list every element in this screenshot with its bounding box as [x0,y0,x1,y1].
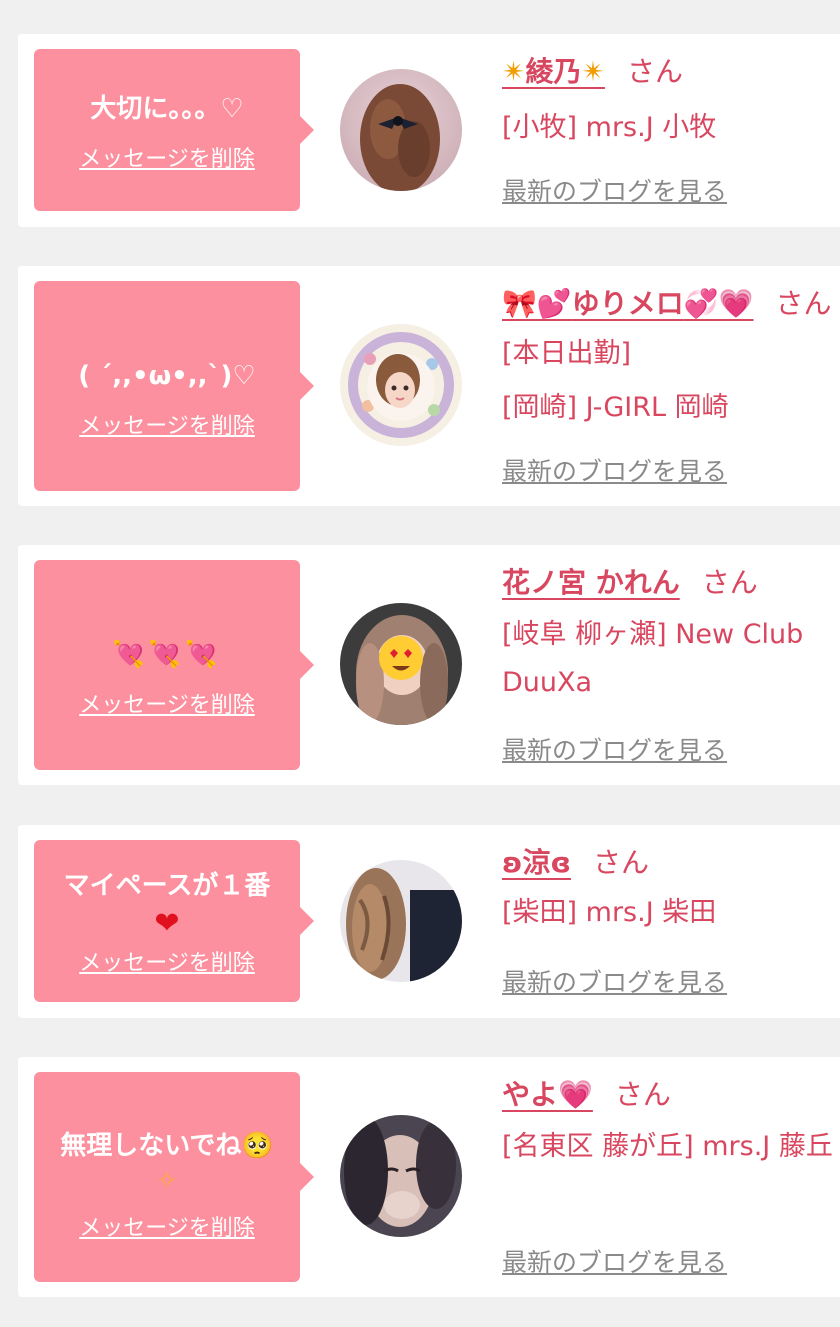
message-text: 無理しないでね🥺 [60,1131,274,1161]
shop-info: [柴田] mrs.J 柴田 [502,897,717,928]
shop-info: [名東区 藤が丘] mrs.J 藤丘 [502,1131,833,1162]
cast-name-line: 花ノ宮 かれん さん [502,563,840,603]
message-bubble: ( ´,,•ω•,,`)♡ メッセージを削除 [34,281,314,491]
heart-icon: ❤ [154,905,180,941]
message-text: 大切に。。。♡ [90,94,244,124]
latest-blog-link[interactable]: 最新のブログを見る [502,172,727,208]
shop-info: [岐阜 柳ヶ瀬] New Club DuuXa [502,619,804,698]
cast-info: ✴綾乃✴ さん [小牧] mrs.J 小牧 [502,52,840,152]
cast-name-line: やよ💗 さん [502,1075,840,1115]
cast-card: 無理しないでね🥺 ✧ メッセージを削除 やよ💗 さん [名東区 藤が丘] mrs.… [18,1057,840,1297]
sparkles-icon: ✧ [156,1166,178,1196]
cast-info: ʚ涼ɞ さん [柴田] mrs.J 柴田 [502,843,840,937]
honorific: さん [775,287,832,320]
status-info: [本日出勤] [502,338,632,369]
message-text: ( ´,,•ω•,,`)♡ [78,361,256,391]
cast-name-line: ✴綾乃✴ さん [502,52,840,92]
honorific: さん [626,55,683,88]
delete-message-link[interactable]: メッセージを削除 [79,1210,255,1242]
cast-name-link[interactable]: ʚ涼ɞ [502,846,571,879]
avatar[interactable] [340,324,462,446]
shop-info: [小牧] mrs.J 小牧 [502,112,717,143]
shop-info: [岡崎] J-GIRL 岡崎 [502,392,729,423]
cast-name-line: 🎀💕ゆりメロ💞💗 さん [502,284,840,324]
cast-name-line: ʚ涼ɞ さん [502,843,840,883]
message-text: マイペースが１番 [63,870,271,901]
delete-message-link[interactable]: メッセージを削除 [79,141,255,173]
cast-info: やよ💗 さん [名東区 藤が丘] mrs.J 藤丘 [502,1075,840,1171]
cast-name: やよ [502,1078,559,1111]
honorific: さん [701,566,758,599]
hearts-icon: 💞💗 [683,287,754,320]
avatar[interactable] [340,69,462,191]
honorific: さん [592,846,649,879]
message-bubble: 💘💘💘 メッセージを削除 [34,560,314,770]
ribbon-heart-icon: 🎀💕 [502,287,572,320]
sparkle-star-icon: ✴ [502,55,526,88]
latest-blog-link[interactable]: 最新のブログを見る [502,963,727,999]
cast-name-link[interactable]: 🎀💕ゆりメロ💞💗 [502,287,753,320]
cast-card: 💘💘💘 メッセージを削除 花ノ宮 かれん さん [岐阜 柳ヶ瀬] New Club… [18,545,840,785]
avatar[interactable] [340,603,462,725]
cast-name-link[interactable]: 花ノ宮 かれん [502,566,680,599]
sparkling-heart-icon: 💗 [558,1078,593,1111]
cast-name: 綾乃 [525,55,582,88]
latest-blog-link[interactable]: 最新のブログを見る [502,1243,727,1279]
cast-info: 🎀💕ゆりメロ💞💗 さん [本日出勤] [岡崎] J-GIRL 岡崎 [502,284,840,432]
delete-message-link[interactable]: メッセージを削除 [79,408,255,440]
delete-message-link[interactable]: メッセージを削除 [79,687,255,719]
cast-info: 花ノ宮 かれん さん [岐阜 柳ヶ瀬] New Club DuuXa [502,563,840,707]
cast-card: マイペースが１番 ❤ メッセージを削除 ʚ涼ɞ さん [柴田] mrs.J 柴田 … [18,825,840,1018]
avatar[interactable] [340,1115,462,1237]
cast-card: 大切に。。。♡ メッセージを削除 ✴綾乃✴ さん [小牧] mrs.J 小牧 最… [18,34,840,227]
cast-name-link[interactable]: ✴綾乃✴ [502,55,605,88]
latest-blog-link[interactable]: 最新のブログを見る [502,731,727,767]
delete-message-link[interactable]: メッセージを削除 [79,945,255,977]
message-bubble: 大切に。。。♡ メッセージを削除 [34,49,314,211]
cast-name: ʚ涼ɞ [502,846,571,879]
message-bubble: マイペースが１番 ❤ メッセージを削除 [34,840,314,1002]
cast-name-link[interactable]: やよ💗 [502,1078,593,1111]
message-text: 💘💘💘 [112,640,222,670]
avatar[interactable] [340,860,462,982]
cast-card: ( ´,,•ω•,,`)♡ メッセージを削除 🎀💕ゆりメロ💞💗 さん [本日出勤… [18,266,840,506]
message-bubble: 無理しないでね🥺 ✧ メッセージを削除 [34,1072,314,1282]
sparkle-star-icon: ✴ [581,55,605,88]
cast-name: 花ノ宮 かれん [502,566,680,599]
cast-name: ゆりメロ [571,287,684,320]
favorites-list: 大切に。。。♡ メッセージを削除 ✴綾乃✴ さん [小牧] mrs.J 小牧 最… [0,0,840,1327]
latest-blog-link[interactable]: 最新のブログを見る [502,452,727,488]
honorific: さん [614,1078,671,1111]
